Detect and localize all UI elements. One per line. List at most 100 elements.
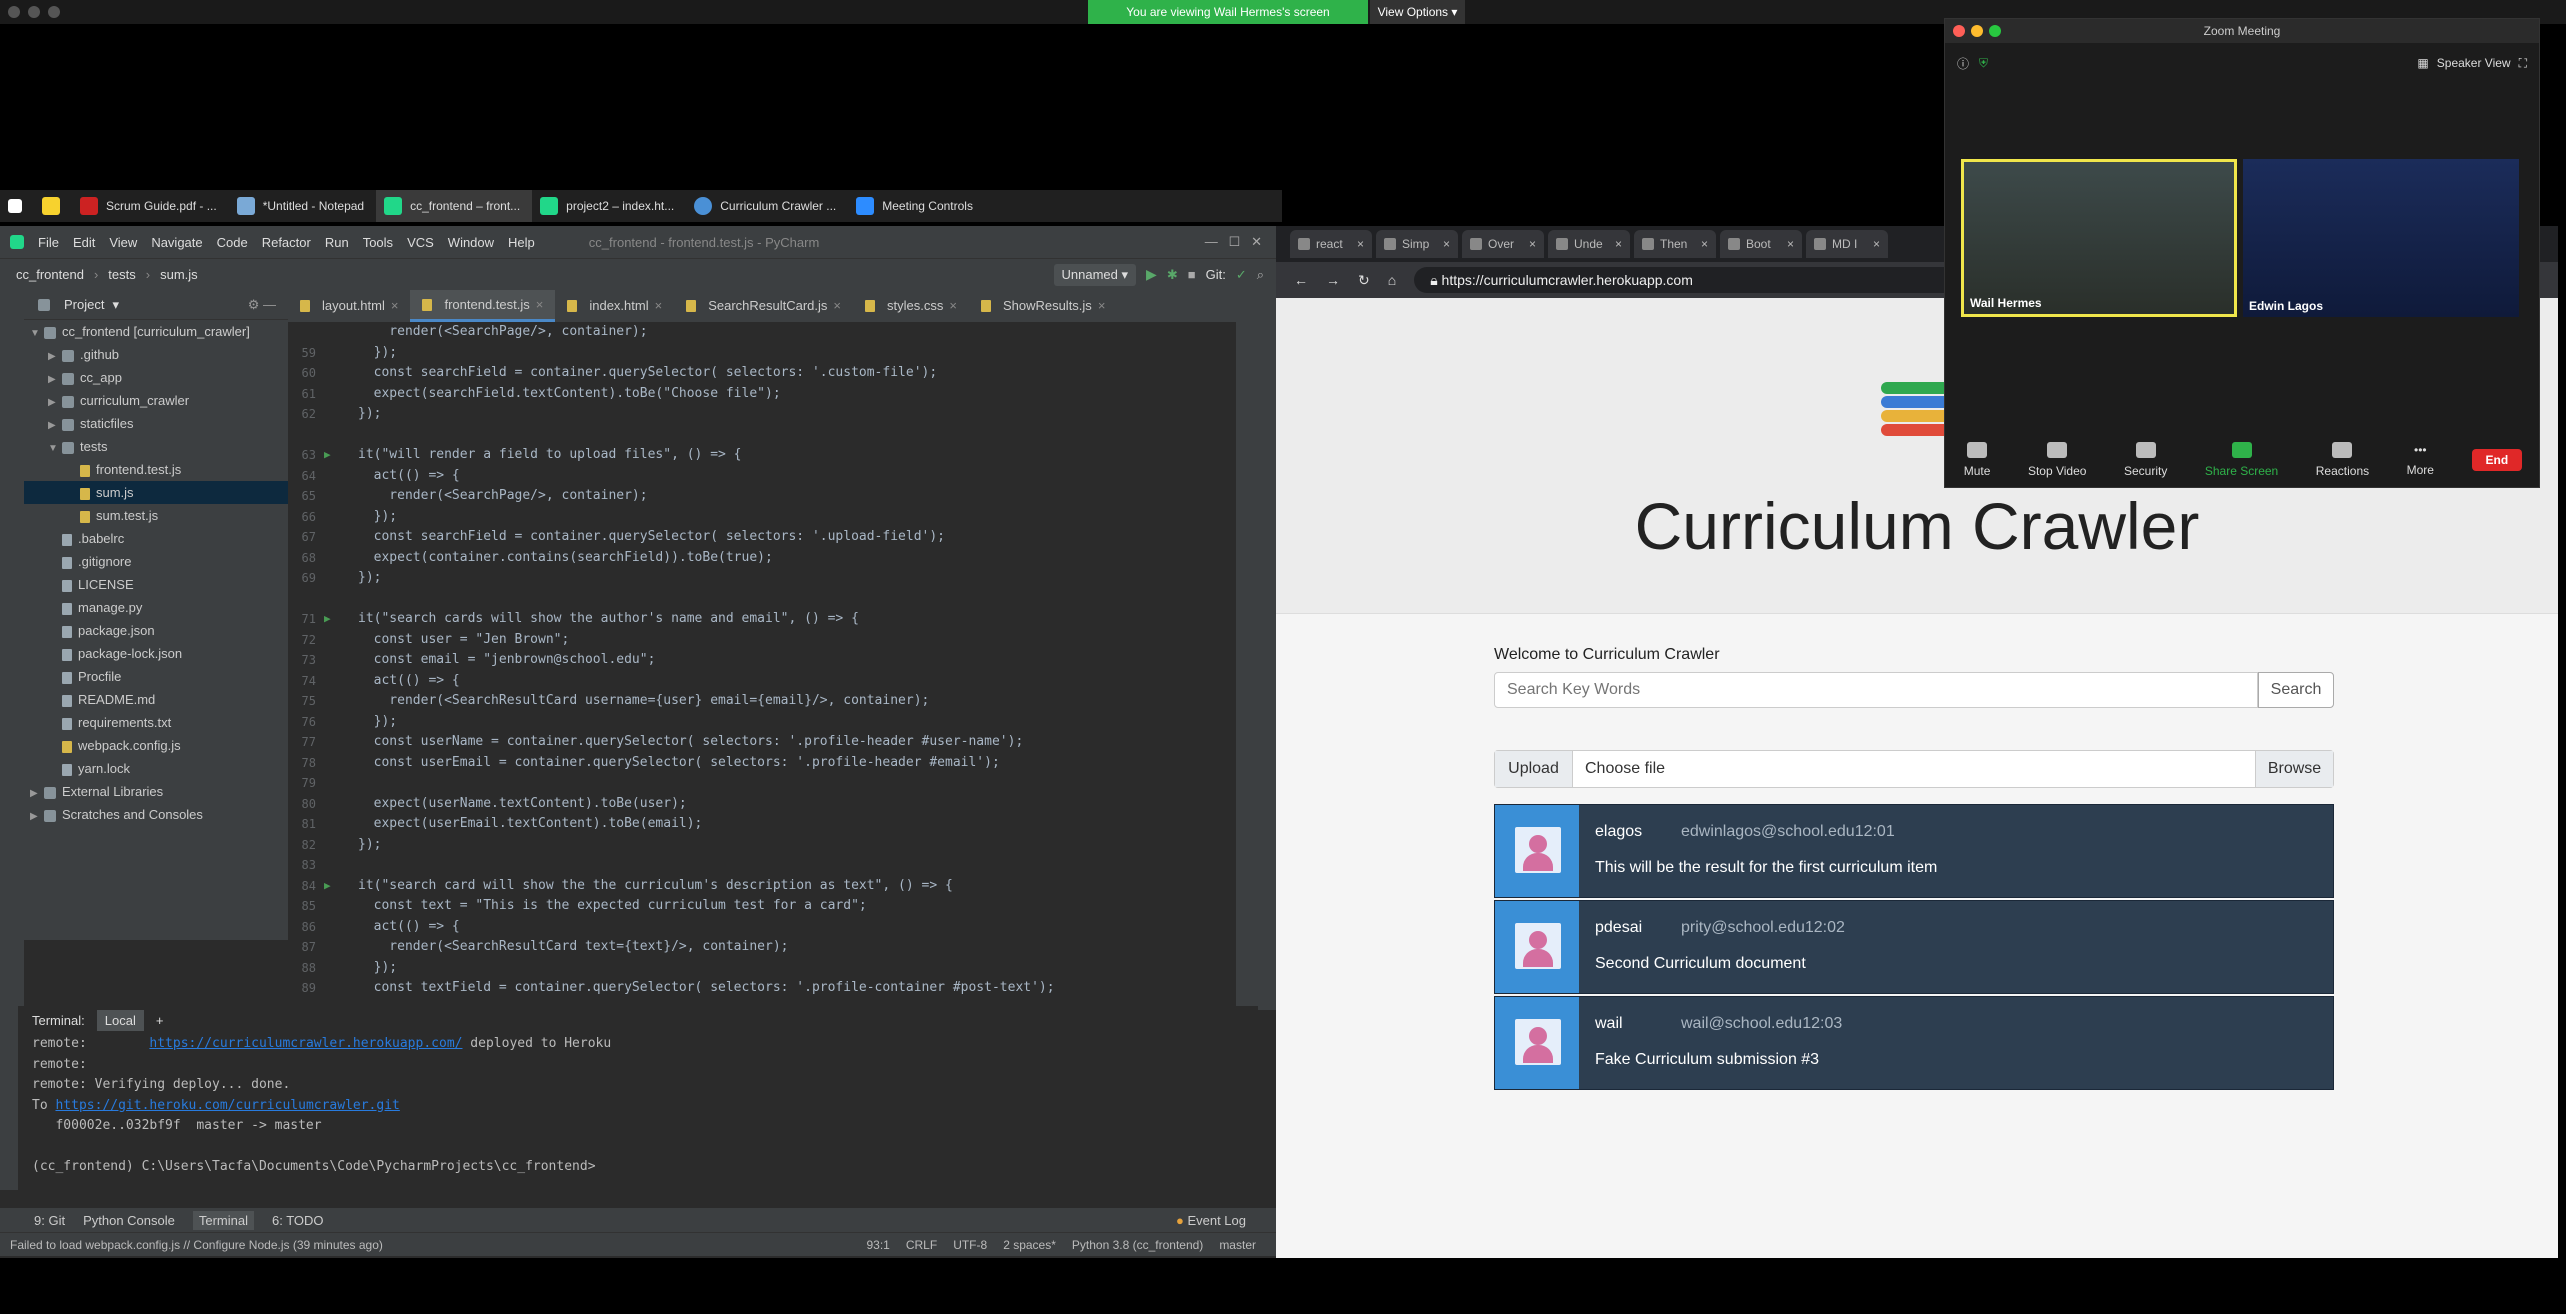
tool-python-console[interactable]: Python Console xyxy=(83,1213,175,1228)
tree-item[interactable]: sum.js xyxy=(24,481,288,504)
tree-item[interactable]: README.md xyxy=(24,688,288,711)
sticky-notes-app[interactable] xyxy=(34,190,72,222)
status-indent[interactable]: 2 spaces* xyxy=(1003,1238,1056,1252)
browser-tab[interactable]: Then × xyxy=(1634,230,1716,258)
video-tile-wail[interactable]: Wail Hermes xyxy=(1961,159,2237,317)
tree-item[interactable]: ▶ External Libraries xyxy=(24,780,288,803)
minimize-icon[interactable] xyxy=(1971,25,1983,37)
breadcrumb-project[interactable]: cc_frontend xyxy=(16,267,84,282)
share-screen-button[interactable]: Share Screen xyxy=(2205,442,2278,478)
menu-code[interactable]: Code xyxy=(217,235,248,250)
forward-icon[interactable]: → xyxy=(1326,272,1340,288)
tree-item[interactable]: .gitignore xyxy=(24,550,288,573)
tree-item[interactable]: ▶ Scratches and Consoles xyxy=(24,803,288,826)
commit-icon[interactable]: ✓ xyxy=(1236,267,1247,283)
tool-git[interactable]: 9: Git xyxy=(34,1213,65,1228)
status-line-ending[interactable]: CRLF xyxy=(906,1238,937,1252)
taskbar-item-scrum-guide[interactable]: Scrum Guide.pdf - ... xyxy=(72,190,229,222)
reactions-button[interactable]: Reactions xyxy=(2316,442,2369,478)
tree-item[interactable]: package.json xyxy=(24,619,288,642)
video-tile-edwin[interactable]: Edwin Lagos xyxy=(2243,159,2519,317)
window-controls[interactable]: — ☐ ✕ xyxy=(1205,234,1262,250)
tree-item[interactable]: Procfile xyxy=(24,665,288,688)
tree-item[interactable]: requirements.txt xyxy=(24,711,288,734)
close-tab-icon[interactable]: × xyxy=(1615,237,1622,251)
debug-icon[interactable]: ✱ xyxy=(1167,267,1178,283)
status-message[interactable]: Failed to load webpack.config.js // Conf… xyxy=(10,1238,383,1252)
close-tab-icon[interactable]: × xyxy=(1529,237,1536,251)
taskbar-item-pycharm-frontend[interactable]: cc_frontend – front... xyxy=(376,190,533,222)
browser-tab[interactable]: Boot × xyxy=(1720,230,1802,258)
tree-item[interactable]: ▶ staticfiles xyxy=(24,412,288,435)
close-tab-icon[interactable]: × xyxy=(1357,237,1364,251)
search-button[interactable]: Search xyxy=(2258,672,2334,708)
terminal-output[interactable]: remote: https://curriculumcrawler.heroku… xyxy=(18,1034,1258,1178)
tree-item[interactable]: .babelrc xyxy=(24,527,288,550)
minimize-icon[interactable] xyxy=(28,6,40,18)
security-button[interactable]: Security xyxy=(2124,442,2167,478)
fullscreen-icon[interactable]: ⛶ xyxy=(2519,56,2527,71)
event-log-button[interactable]: ● Event Log xyxy=(1176,1213,1246,1228)
search-input[interactable] xyxy=(1494,672,2258,708)
maximize-icon[interactable] xyxy=(48,6,60,18)
tree-item[interactable]: manage.py xyxy=(24,596,288,619)
tree-item[interactable]: package-lock.json xyxy=(24,642,288,665)
close-tab-icon[interactable]: × xyxy=(833,290,841,322)
address-bar[interactable]: 🔒︎ https://curriculumcrawler.herokuapp.c… xyxy=(1414,267,1975,293)
editor-tab[interactable]: layout.html × xyxy=(288,290,410,322)
close-tab-icon[interactable]: × xyxy=(1873,237,1880,251)
taskbar-item-browser[interactable]: Curriculum Crawler ... xyxy=(686,190,848,222)
stop-icon[interactable]: ■ xyxy=(1188,267,1196,282)
upload-field[interactable]: Upload Choose file Browse xyxy=(1494,750,2334,788)
reload-icon[interactable]: ↻ xyxy=(1358,272,1370,289)
close-tab-icon[interactable]: × xyxy=(1701,237,1708,251)
tree-item[interactable]: ▶ cc_app xyxy=(24,366,288,389)
close-tab-icon[interactable]: × xyxy=(655,290,663,322)
view-options-button[interactable]: View Options ▾ xyxy=(1370,0,1465,24)
run-test-icon[interactable]: ▶ xyxy=(324,609,331,630)
terminal-tab-local[interactable]: Local xyxy=(96,1009,144,1031)
close-tab-icon[interactable]: × xyxy=(1443,237,1450,251)
close-icon[interactable] xyxy=(1953,25,1965,37)
run-icon[interactable]: ▶ xyxy=(1146,266,1157,283)
menu-edit[interactable]: Edit xyxy=(73,235,95,250)
terminal-link[interactable]: https://git.heroku.com/curriculumcrawler… xyxy=(55,1098,399,1113)
menu-navigate[interactable]: Navigate xyxy=(151,235,202,250)
close-tab-icon[interactable]: × xyxy=(391,290,399,322)
choose-file-input[interactable]: Choose file xyxy=(1573,751,2255,787)
editor-tab[interactable]: frontend.test.js × xyxy=(410,289,556,322)
stop-video-button[interactable]: Stop Video xyxy=(2028,442,2086,478)
add-terminal-icon[interactable]: + xyxy=(156,1013,164,1028)
run-config-select[interactable]: Unnamed ▾ xyxy=(1053,263,1137,286)
browser-tab[interactable]: Simp × xyxy=(1376,230,1458,258)
tool-terminal[interactable]: Terminal xyxy=(192,1210,254,1230)
tool-todo[interactable]: 6: TODO xyxy=(272,1213,324,1228)
tree-item[interactable]: LICENSE xyxy=(24,573,288,596)
menu-help[interactable]: Help xyxy=(508,235,535,250)
run-test-icon[interactable]: ▶ xyxy=(324,876,331,897)
browser-tab[interactable]: Over × xyxy=(1462,230,1544,258)
panel-settings-icon[interactable]: ⚙ — xyxy=(248,297,276,313)
status-encoding[interactable]: UTF-8 xyxy=(953,1238,987,1252)
browser-tab[interactable]: Unde × xyxy=(1548,230,1630,258)
taskbar-item-meeting-controls[interactable]: Meeting Controls xyxy=(848,190,985,222)
close-tab-icon[interactable]: × xyxy=(536,289,544,321)
tree-item[interactable]: ▼ cc_frontend [curriculum_crawler] xyxy=(24,320,288,343)
code-area[interactable]: render(<SearchPage/>, container); 59 }); 6… xyxy=(288,322,1248,995)
info-icon[interactable]: ⓘ xyxy=(1957,55,1969,72)
mute-button[interactable]: Mute xyxy=(1964,442,1990,478)
terminal-link[interactable]: https://curriculumcrawler.herokuapp.com/ xyxy=(149,1036,462,1051)
browser-tab[interactable]: MD I × xyxy=(1806,230,1888,258)
status-branch[interactable]: master xyxy=(1219,1238,1256,1252)
back-icon[interactable]: ← xyxy=(1294,272,1308,288)
menu-run[interactable]: Run xyxy=(325,235,349,250)
speaker-view-button[interactable]: ▦ Speaker View ⛶ xyxy=(2417,56,2527,71)
browse-button[interactable]: Browse xyxy=(2255,751,2333,787)
tree-item[interactable]: ▶ .github xyxy=(24,343,288,366)
menu-window[interactable]: Window xyxy=(448,235,494,250)
tree-item[interactable]: webpack.config.js xyxy=(24,734,288,757)
breadcrumb-file[interactable]: sum.js xyxy=(160,267,198,282)
search-icon[interactable]: ⌕ xyxy=(1257,267,1264,283)
result-card[interactable]: pdesai prity@school.edu12:02 Second Curric… xyxy=(1494,900,2334,994)
menu-view[interactable]: View xyxy=(109,235,137,250)
